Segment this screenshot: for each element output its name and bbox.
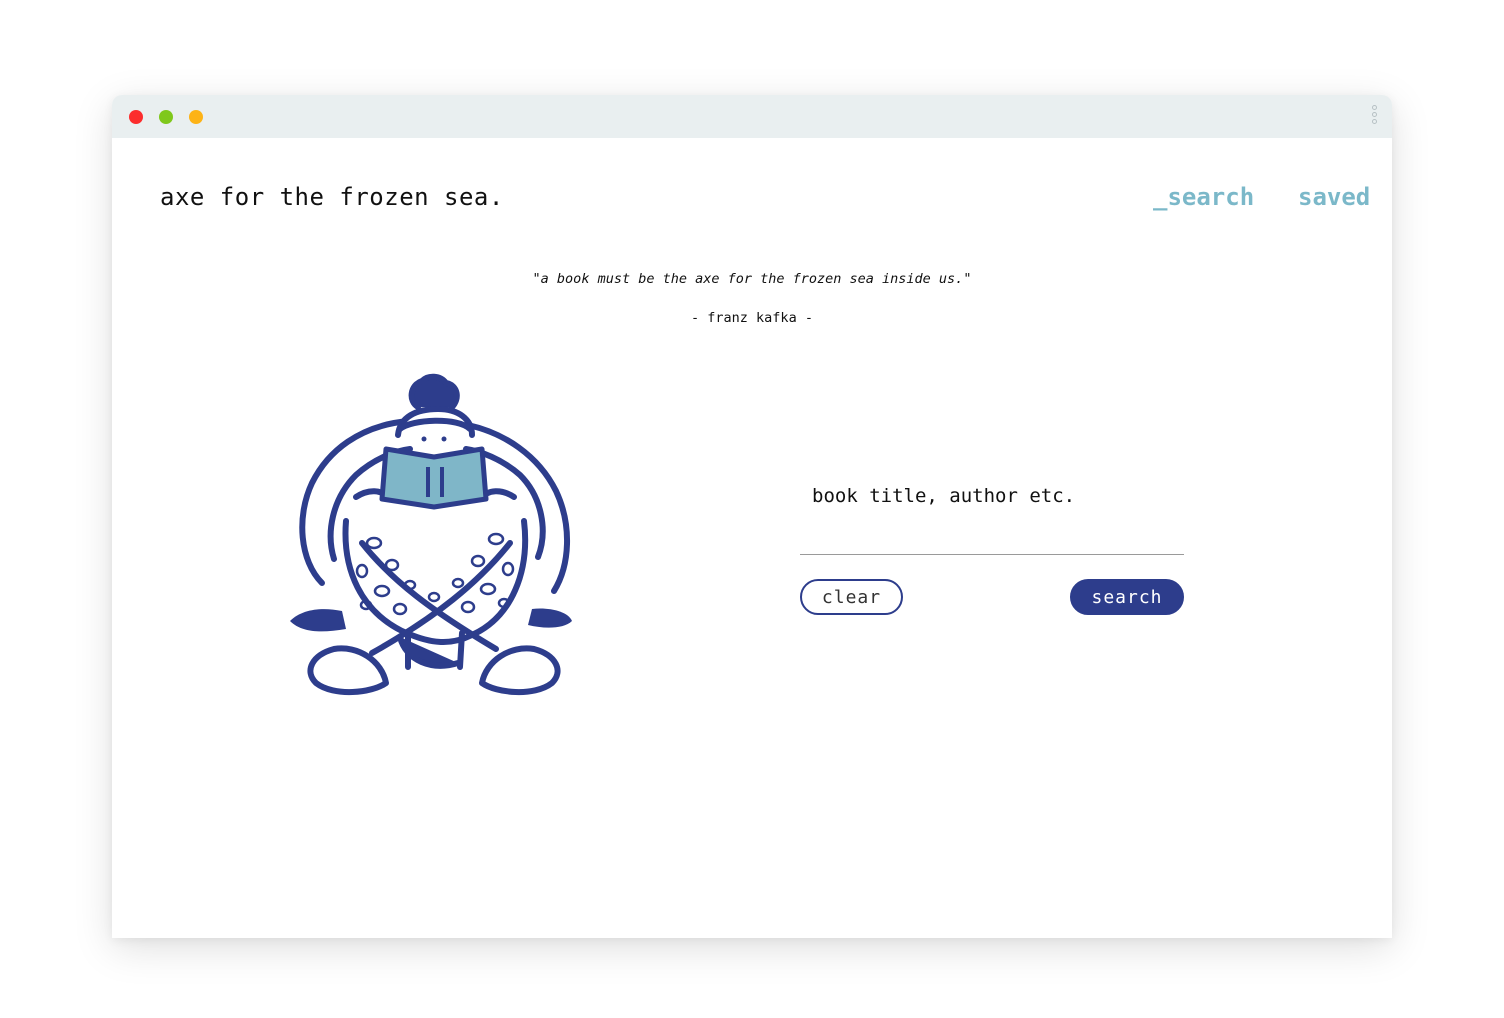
- zoom-window-button[interactable]: [189, 110, 203, 124]
- kafka-quote: "a book must be the axe for the frozen s…: [532, 271, 972, 287]
- site-brand[interactable]: axe for the frozen sea.: [160, 183, 504, 211]
- window-titlebar: [112, 95, 1392, 138]
- kebab-menu-icon[interactable]: [1370, 105, 1378, 129]
- close-window-button[interactable]: [129, 110, 143, 124]
- nav-link-search[interactable]: _search: [1153, 183, 1254, 211]
- clear-button[interactable]: clear: [800, 579, 903, 615]
- search-button[interactable]: search: [1070, 579, 1184, 615]
- minimize-window-button[interactable]: [159, 110, 173, 124]
- book-search-input[interactable]: [800, 475, 1184, 555]
- screenshot-stage: axe for the frozen sea. _search saved "a…: [0, 0, 1504, 1018]
- quote-attribution: - franz kafka -: [691, 310, 813, 326]
- person-reading-illustration: [290, 373, 572, 696]
- nav-link-saved[interactable]: saved: [1298, 183, 1370, 211]
- browser-window: axe for the frozen sea. _search saved "a…: [112, 95, 1392, 938]
